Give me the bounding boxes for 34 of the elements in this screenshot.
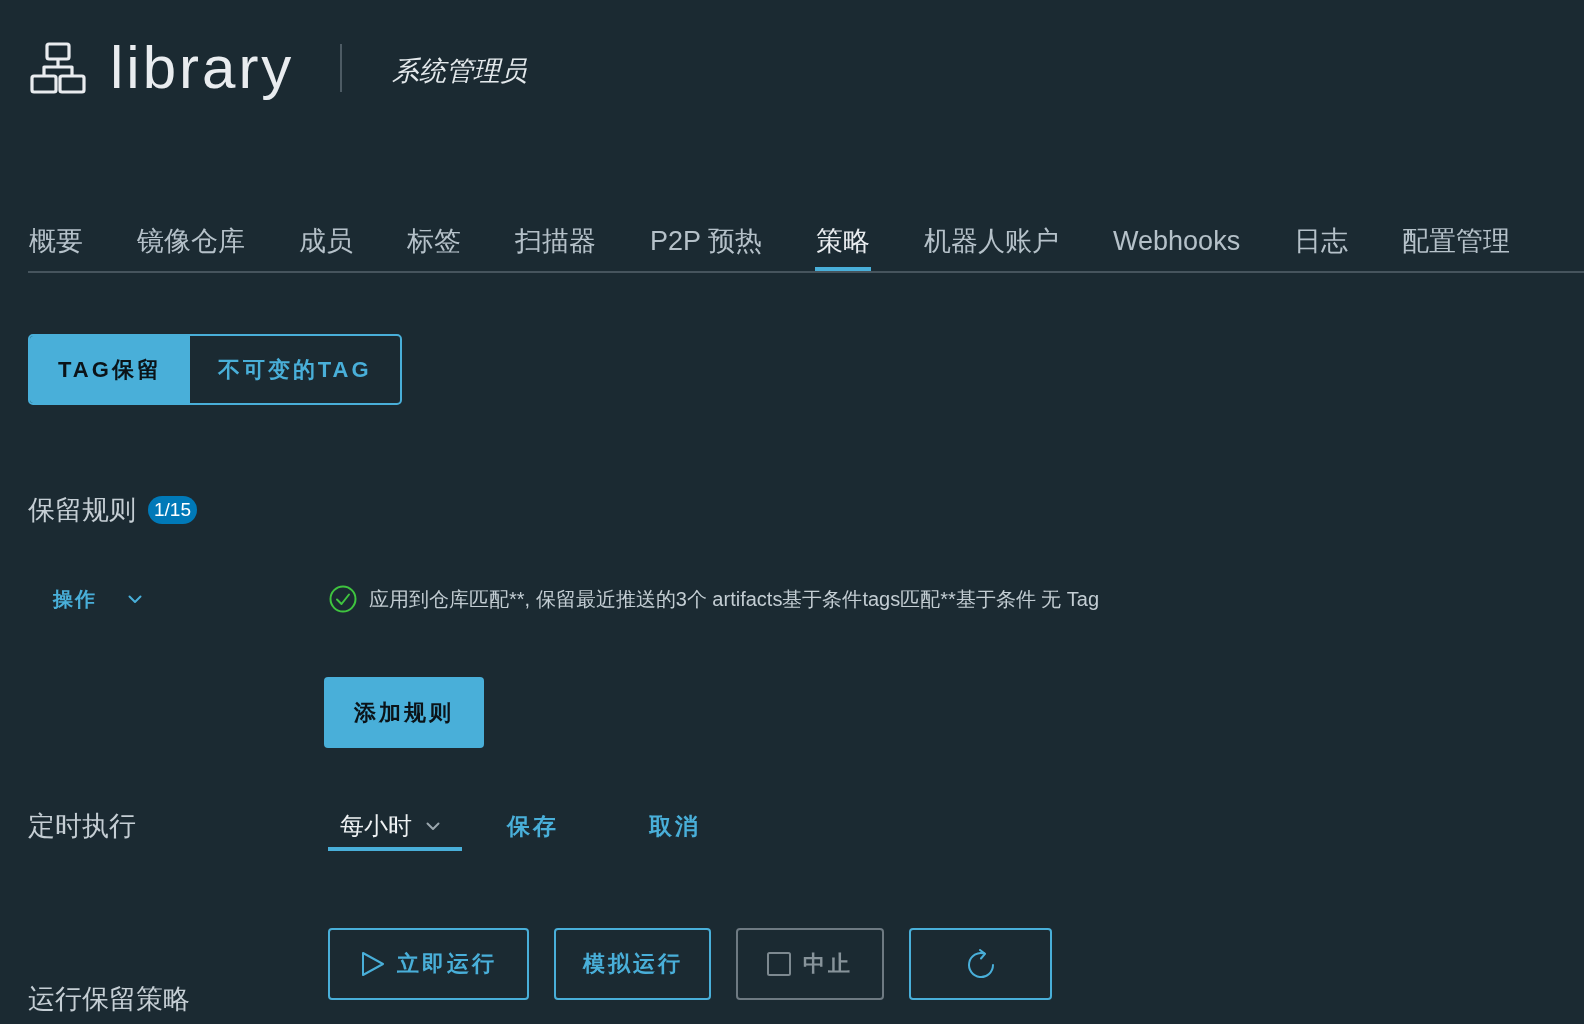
nav-tab[interactable]: 机器人账户 [923,225,1061,271]
chevron-down-icon [128,594,142,604]
project-name: library [110,35,295,101]
cancel-link[interactable]: 取消 [649,805,701,847]
nav-tab[interactable]: 镜像仓库 [136,225,246,271]
play-icon [360,951,385,977]
nav-tab[interactable]: Webhooks [1112,225,1242,271]
chevron-down-icon [426,821,440,831]
nav-tab[interactable]: 标签 [406,225,462,271]
count-badge: 1/15 [148,496,197,524]
nav-tab[interactable]: 扫描器 [514,225,597,271]
schedule-dropdown[interactable]: 每小时 [328,805,462,851]
nav-tab[interactable]: 配置管理 [1401,225,1512,271]
nav-tab[interactable]: P2P 预热 [649,225,764,271]
square-icon [767,952,791,976]
refresh-icon [965,949,996,979]
dry-run-button[interactable]: 模拟运行 [554,928,711,1000]
user-role: 系统管理员 [392,55,528,88]
add-rule-button[interactable]: 添加规则 [324,677,484,748]
refresh-button[interactable] [909,928,1052,1000]
nav-tab[interactable]: 成员 [298,225,354,271]
rule-description: 应用到仓库匹配**, 保留最近推送的3个 artifacts基于条件tags匹配**基于条件 无 Tag [369,587,1100,612]
field-label: 运行保留策略 [28,984,191,1014]
hierarchy-icon [30,42,86,94]
section-title: 保留规则 [28,495,136,525]
nav-tab[interactable]: 概要 [28,225,84,271]
run-now-button[interactable]: 立即运行 [328,928,529,1000]
nav-tab[interactable]: 日志 [1293,225,1350,271]
segment-tab[interactable]: 不可变的TAG [189,336,400,403]
action-menu[interactable]: 操作 [53,585,142,613]
nav-tab[interactable]: 策略 [815,225,872,271]
segment-tab[interactable]: TAG保留 [30,336,190,403]
field-label: 定时执行 [28,810,137,843]
save-link[interactable]: 保存 [507,805,559,847]
